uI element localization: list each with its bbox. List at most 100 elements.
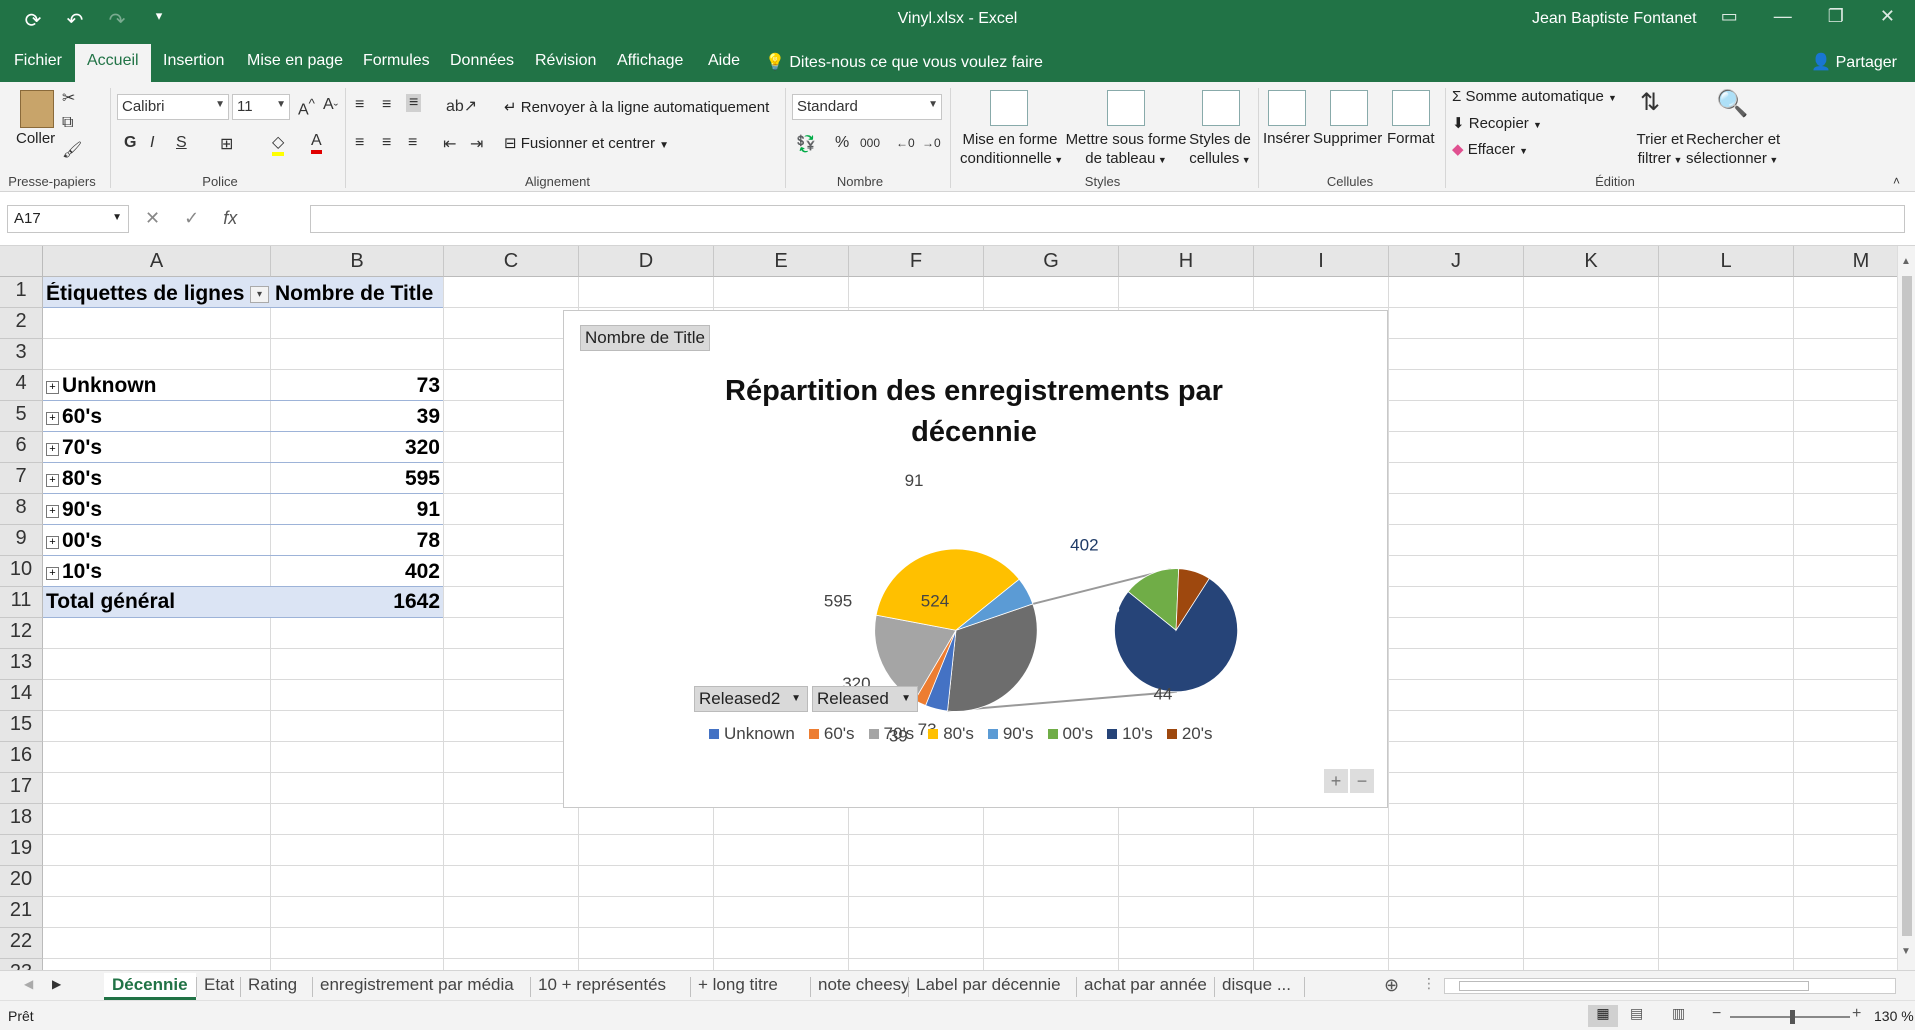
- column-header-a[interactable]: A: [43, 246, 271, 277]
- merge-center-button[interactable]: ⊟ Fusionner et centrer ▼: [504, 134, 669, 152]
- expand-icon[interactable]: +: [46, 505, 59, 518]
- format-button[interactable]: Format: [1387, 130, 1435, 147]
- minus-icon[interactable]: −: [1350, 769, 1374, 793]
- paste-icon[interactable]: [20, 90, 54, 128]
- align-bottom-icon[interactable]: ≡: [406, 94, 422, 112]
- page-break-icon[interactable]: ▥: [1672, 1005, 1685, 1022]
- row-header-7[interactable]: 7: [0, 463, 43, 494]
- ribbon-display-icon[interactable]: ▭: [1721, 6, 1738, 27]
- legend-item[interactable]: 10's: [1107, 724, 1153, 744]
- legend-item[interactable]: 90's: [987, 724, 1034, 744]
- pivot-row-value[interactable]: 91: [300, 498, 440, 522]
- function-icon[interactable]: fx: [223, 208, 237, 229]
- align-right-icon[interactable]: ≡: [408, 134, 417, 152]
- sheet-tab[interactable]: Label par décennie: [916, 975, 1061, 995]
- sheet-tab[interactable]: + long titre: [698, 975, 778, 995]
- legend-item[interactable]: 20's: [1166, 724, 1212, 744]
- row-header-20[interactable]: 20: [0, 866, 43, 897]
- grow-font-icon[interactable]: A^: [298, 96, 315, 119]
- tab-affichage[interactable]: Affichage: [617, 52, 683, 70]
- expand-icon[interactable]: +: [46, 443, 59, 456]
- scroll-down-icon[interactable]: ▼: [1901, 946, 1911, 957]
- increase-decimal-icon[interactable]: ←0: [896, 136, 915, 150]
- sheet-tab[interactable]: Rating: [248, 975, 297, 995]
- pivot-total-label[interactable]: Total général: [46, 590, 175, 614]
- zoom-in-icon[interactable]: +: [1852, 1005, 1861, 1023]
- column-header-h[interactable]: H: [1119, 246, 1254, 277]
- row-header-2[interactable]: 2: [0, 308, 43, 339]
- name-box[interactable]: A17 ▼: [7, 205, 129, 233]
- zoom-slider[interactable]: [1730, 1010, 1850, 1024]
- row-header-11[interactable]: 11: [0, 587, 43, 618]
- pivot-row-value[interactable]: 78: [300, 529, 440, 553]
- expand-icon[interactable]: +: [46, 381, 59, 394]
- normal-view-icon[interactable]: ▦: [1588, 1005, 1618, 1027]
- add-sheet-icon[interactable]: ⊕: [1384, 975, 1399, 996]
- align-center-icon[interactable]: ≡: [382, 134, 391, 152]
- paste-button[interactable]: Coller: [16, 130, 55, 147]
- orientation-icon[interactable]: ab↗: [446, 96, 477, 116]
- scroll-up-icon[interactable]: ▲: [1901, 256, 1911, 267]
- pivot-row-value[interactable]: 595: [300, 467, 440, 491]
- collapse-ribbon-icon[interactable]: ˄: [1893, 174, 1900, 188]
- legend-item[interactable]: 60's: [808, 724, 855, 744]
- share-button[interactable]: 👤 Partager: [1811, 52, 1897, 72]
- next-sheet-icon[interactable]: ▶: [52, 977, 61, 991]
- chart-legend[interactable]: Unknown 60's 70's 80's 90's 00's 10's 20's: [709, 724, 1212, 744]
- pivot-row-label[interactable]: +80's: [46, 467, 102, 491]
- row-header-17[interactable]: 17: [0, 773, 43, 804]
- enter-icon[interactable]: ✓: [184, 208, 199, 229]
- pivot-row-label[interactable]: +70's: [46, 436, 102, 460]
- find-select-button[interactable]: Rechercher et sélectionner ▼: [1686, 130, 1780, 170]
- row-header-22[interactable]: 22: [0, 928, 43, 959]
- expand-icon[interactable]: +: [46, 412, 59, 425]
- row-header-23[interactable]: 23: [0, 959, 43, 970]
- fill-button[interactable]: ⬇ Recopier ▼: [1452, 114, 1542, 132]
- row-header-4[interactable]: 4: [0, 370, 43, 401]
- user-name[interactable]: Jean Baptiste Fontanet: [1532, 10, 1697, 28]
- clear-button[interactable]: ◆ Effacer ▼: [1452, 140, 1528, 158]
- column-header-e[interactable]: E: [714, 246, 849, 277]
- zoom-level[interactable]: 130 %: [1874, 1008, 1914, 1024]
- worksheet-grid[interactable]: ABCDEFGHIJKLM 1 2 3 4 5 6 7 8 9 10 11 12 13 14 15 16 17 1…: [0, 246, 1915, 970]
- expand-icon[interactable]: +: [46, 474, 59, 487]
- pivot-total-value[interactable]: 1642: [300, 590, 440, 614]
- row-header-21[interactable]: 21: [0, 897, 43, 928]
- tab-insertion[interactable]: Insertion: [163, 52, 224, 70]
- format-painter-icon[interactable]: 🖌: [62, 140, 82, 160]
- row-header-16[interactable]: 16: [0, 742, 43, 773]
- sheet-tab[interactable]: disque ...: [1222, 975, 1291, 995]
- pivot-row-label[interactable]: +90's: [46, 498, 102, 522]
- insert-button[interactable]: Insérer: [1263, 130, 1310, 147]
- legend-item[interactable]: 70's: [868, 724, 914, 744]
- row-header-9[interactable]: 9: [0, 525, 43, 556]
- pivot-row-value[interactable]: 39: [300, 405, 440, 429]
- horizontal-scrollbar[interactable]: [1444, 978, 1896, 994]
- scroll-thumb[interactable]: [1902, 276, 1912, 936]
- sheet-tab[interactable]: note cheesy: [818, 975, 910, 995]
- copy-icon[interactable]: ⧉: [62, 114, 73, 132]
- delete-button[interactable]: Supprimer: [1313, 130, 1382, 147]
- column-header-l[interactable]: L: [1659, 246, 1794, 277]
- cell-styles-button[interactable]: Styles de cellules ▼: [1185, 130, 1255, 170]
- align-middle-icon[interactable]: ≡: [382, 96, 391, 114]
- maximize-icon[interactable]: ❐: [1828, 6, 1844, 27]
- decrease-indent-icon[interactable]: ⇤: [443, 134, 456, 154]
- sheet-tab[interactable]: enregistrement par média: [320, 975, 514, 995]
- column-header-k[interactable]: K: [1524, 246, 1659, 277]
- sheet-tab[interactable]: Etat: [204, 975, 234, 995]
- zoom-out-icon[interactable]: −: [1712, 1005, 1721, 1023]
- pivot-header-label[interactable]: Étiquettes de lignes: [46, 282, 244, 306]
- legend-item[interactable]: Unknown: [709, 724, 795, 744]
- shrink-font-icon[interactable]: Aˇ: [323, 96, 338, 116]
- pivot-row-label[interactable]: + Unknown: [46, 374, 157, 398]
- row-header-10[interactable]: 10: [0, 556, 43, 587]
- legend-item[interactable]: 00's: [1047, 724, 1093, 744]
- tab-formules[interactable]: Formules: [363, 52, 430, 70]
- number-format-select[interactable]: Standard ▼: [792, 94, 942, 120]
- tab-split-icon[interactable]: ⋮: [1422, 975, 1436, 992]
- font-name-select[interactable]: Calibri ▼: [117, 94, 229, 120]
- axis-field-released2[interactable]: Released2 ▼: [694, 686, 808, 712]
- thousands-icon[interactable]: 000: [860, 136, 880, 150]
- axis-field-released[interactable]: Released ▼: [812, 686, 918, 712]
